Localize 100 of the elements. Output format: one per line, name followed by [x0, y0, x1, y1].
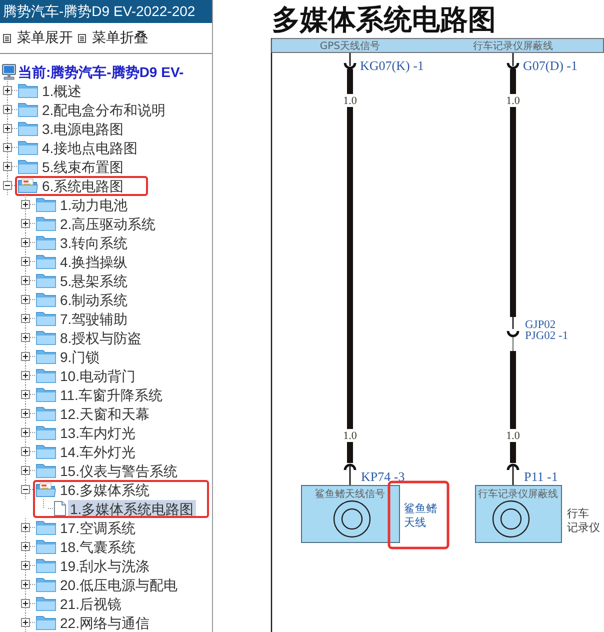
tree-item[interactable]: 4.换挡操纵 [58, 252, 130, 270]
wire-gauge-label: 1.0 [343, 95, 357, 107]
tree-item[interactable]: 5.线束布置图 [40, 158, 126, 176]
tree-item[interactable]: 1.多媒体系统电路图 [68, 500, 196, 518]
expand-toggle[interactable] [3, 105, 12, 114]
page-title: 多媒体系统电路图 [271, 2, 497, 38]
connector-label: KG07(K) -1 [360, 58, 424, 73]
tree-item[interactable]: 19.刮水与洗涤 [58, 556, 152, 574]
expand-toggle[interactable] [21, 371, 30, 380]
folder-icon [36, 330, 56, 345]
tree-item[interactable]: 1.概述 [40, 82, 84, 100]
folder-icon [36, 539, 56, 554]
folder-icon [36, 254, 56, 269]
wire-gauge-label: 1.0 [506, 95, 520, 107]
component-name: 鲨鱼鳍天线 [404, 502, 437, 529]
expand-toggle[interactable] [3, 143, 12, 152]
expand-toggle[interactable] [21, 466, 30, 475]
wire-gauge-label: 1.0 [506, 430, 520, 442]
connector-label: GJP02 [525, 319, 556, 331]
expand-toggle[interactable] [21, 276, 30, 285]
tree-item[interactable]: 3.转向系统 [58, 234, 130, 252]
tree-item[interactable]: 17.空调系统 [58, 518, 138, 536]
tree-item[interactable]: 1.动力电池 [58, 196, 130, 214]
concentric-circles-icon [492, 500, 530, 538]
folder-icon [18, 159, 38, 174]
expand-toggle[interactable] [21, 390, 30, 399]
folder-icon [36, 349, 56, 364]
tree-item[interactable]: 14.车外灯光 [58, 442, 138, 460]
expand-toggle[interactable] [21, 523, 30, 532]
folder-icon [36, 387, 56, 402]
plug-connector-icon [506, 464, 520, 485]
connector-label: PJG02 -1 [525, 330, 568, 342]
folder-icon [36, 311, 56, 326]
tree-item[interactable]: 5.悬架系统 [58, 272, 130, 290]
signal-label: GPS天线信号 [320, 41, 380, 52]
menu-toggle-button[interactable]: 菜单展开 [3, 29, 73, 47]
plug-connector-icon [344, 464, 356, 485]
tree-item[interactable]: 20.低压电源与配电 [58, 576, 180, 594]
expand-toggle[interactable] [21, 333, 30, 342]
tree-item[interactable]: 10.电动背门 [58, 366, 138, 384]
expand-toggle[interactable] [21, 580, 30, 589]
expand-toggle[interactable] [21, 428, 30, 437]
expand-toggle[interactable] [3, 162, 12, 171]
concentric-circles-icon [333, 500, 371, 538]
expand-toggle[interactable] [21, 219, 30, 228]
folder-icon [36, 615, 56, 630]
tree-item[interactable]: 12.天窗和天幕 [58, 404, 152, 422]
expand-toggle[interactable] [21, 447, 30, 456]
expand-toggle[interactable] [21, 352, 30, 361]
expand-toggle[interactable] [21, 238, 30, 247]
socket-connector-icon [506, 53, 520, 70]
tree-item[interactable]: 2.配电盒分布和说明 [40, 100, 168, 118]
tree-item[interactable]: 18.气囊系统 [58, 538, 138, 556]
folder-icon [36, 558, 56, 573]
expand-toggle[interactable] [21, 542, 30, 551]
tree-item[interactable]: 6.系统电路图 [40, 176, 126, 194]
expand-toggle[interactable] [21, 200, 30, 209]
tree-item[interactable]: 13.车内灯光 [58, 424, 138, 442]
expand-toggle[interactable] [21, 295, 30, 304]
folder-icon [18, 140, 38, 155]
folder-icon [36, 596, 56, 611]
tree-item[interactable]: 15.仪表与警告系统 [58, 462, 180, 480]
computer-icon [2, 64, 16, 80]
folder-icon [36, 406, 56, 421]
expand-toggle[interactable] [21, 314, 30, 323]
tree-item[interactable]: 7.驾驶辅助 [58, 310, 130, 328]
expand-toggle[interactable] [21, 409, 30, 418]
tree-item[interactable]: 4.接地点电路图 [40, 138, 140, 156]
connector-label: P11 -1 [524, 469, 558, 484]
expand-toggle[interactable] [3, 86, 12, 95]
window-title: 腾势汽车-腾势D9 EV-2022-202 [0, 0, 212, 23]
collapse-toggle[interactable] [21, 485, 30, 494]
tree-item[interactable]: 21.后视镜 [58, 594, 124, 612]
tree-item[interactable]: 11.车窗升降系统 [58, 386, 164, 404]
tree-item[interactable]: 22.网络与通信 [58, 614, 152, 632]
socket-connector-icon [344, 53, 356, 70]
open-folder-icon [18, 178, 38, 193]
tree-item[interactable]: 2.高压驱动系统 [58, 214, 158, 232]
tree-item[interactable]: 6.制动系统 [58, 290, 130, 308]
connector-label: KP74 -3 [361, 469, 405, 484]
expand-toggle[interactable] [21, 257, 30, 266]
list-icon [3, 34, 11, 42]
folder-icon [36, 444, 56, 459]
menu-toggle-button[interactable]: 菜单折叠 [78, 29, 148, 47]
tree-item[interactable]: 8.授权与防盗 [58, 328, 144, 346]
folder-icon [36, 577, 56, 592]
connector-label: G07(D) -1 [523, 58, 578, 73]
expand-toggle[interactable] [3, 124, 12, 133]
tree-item[interactable]: 3.电源电路图 [40, 120, 126, 138]
pin-label: 鲨鱼鳍天线信号 [315, 489, 385, 500]
expand-toggle[interactable] [21, 561, 30, 570]
expand-toggle[interactable] [21, 599, 30, 608]
wire-gauge-label: 1.0 [343, 430, 357, 442]
folder-icon [36, 235, 56, 250]
folder-icon [18, 121, 38, 136]
tree-item[interactable]: 9.门锁 [58, 348, 102, 366]
tree-item[interactable]: 16.多媒体系统 [58, 480, 152, 498]
collapse-toggle[interactable] [3, 181, 12, 190]
folder-icon [36, 425, 56, 440]
expand-toggle[interactable] [21, 618, 30, 627]
